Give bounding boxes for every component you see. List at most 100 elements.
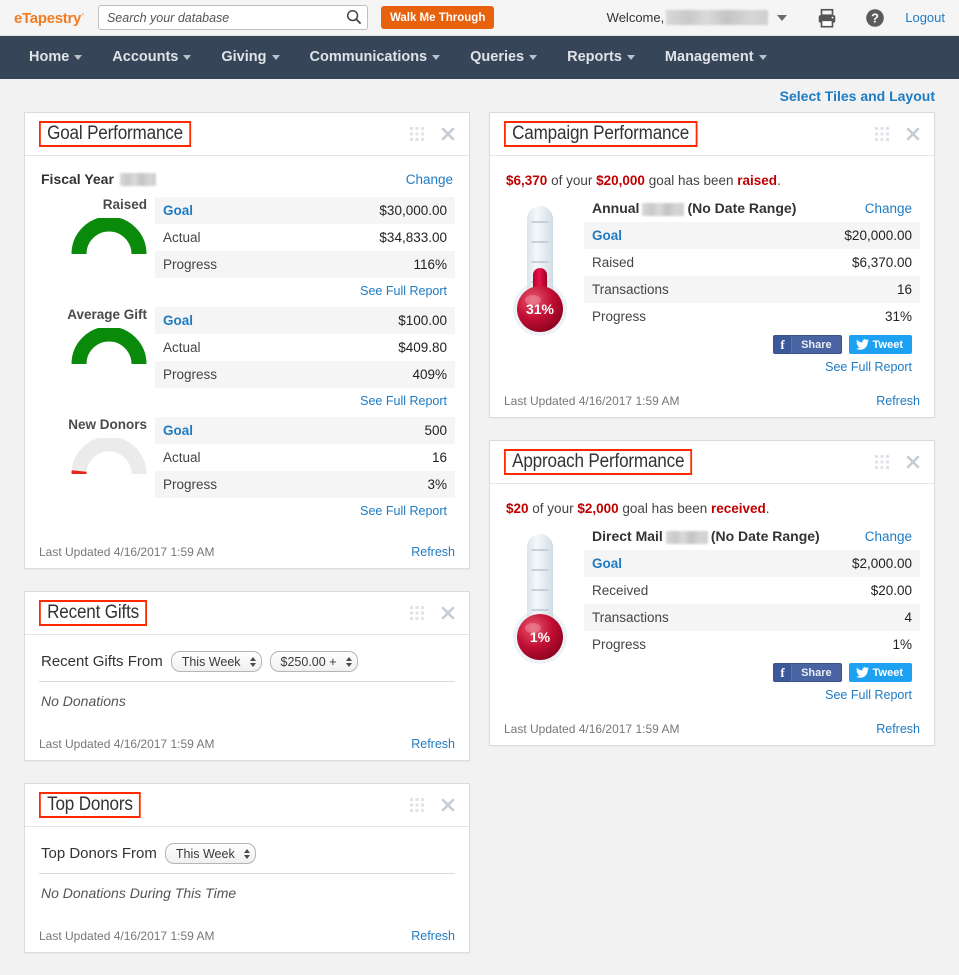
campaign-table: Annual (No Date Range) Change Goal $20,00…	[576, 200, 920, 376]
summary-verb: received	[711, 501, 766, 516]
nav-item-queries[interactable]: Queries	[455, 36, 552, 79]
logout-link[interactable]: Logout	[905, 10, 945, 25]
search-icon[interactable]	[346, 9, 362, 25]
last-updated-text: Last Updated 4/16/2017 1:59 AM	[39, 545, 215, 559]
nav-item-management[interactable]: Management	[650, 36, 782, 79]
right-column: Campaign Performance $6,370 of your $20,…	[489, 112, 935, 768]
metric-goal-label[interactable]: Goal	[163, 312, 193, 329]
select-value: This Week	[181, 654, 241, 669]
row-label[interactable]: Goal	[592, 227, 622, 244]
nav-item-accounts[interactable]: Accounts	[97, 36, 206, 79]
search-input[interactable]	[97, 5, 368, 30]
select-value: This Week	[175, 846, 235, 861]
drag-grid-icon[interactable]	[410, 798, 424, 812]
summary-amount: $6,370	[506, 173, 548, 188]
approach-thermometer-block: 1% Direct Mail (No Date Range) Change Go…	[504, 528, 920, 704]
summary-period: .	[777, 173, 781, 188]
see-full-report-link[interactable]: See Full Report	[360, 394, 447, 408]
see-full-report-link[interactable]: See Full Report	[360, 504, 447, 518]
close-icon[interactable]	[441, 606, 455, 620]
summary-tail: goal has been	[622, 501, 708, 516]
see-full-report-link[interactable]: See Full Report	[360, 284, 447, 298]
help-circle-icon[interactable]: ?	[864, 7, 886, 29]
drag-grid-icon[interactable]	[875, 455, 889, 469]
panel-title-recent-gifts: Recent Gifts	[39, 599, 148, 627]
facebook-share-label: Share	[801, 338, 832, 351]
metric-goal-label[interactable]: Goal	[163, 422, 193, 439]
refresh-link[interactable]: Refresh	[411, 929, 455, 943]
panel-header-icons	[410, 606, 455, 620]
facebook-share-button[interactable]: f Share	[773, 335, 842, 354]
metric-row-progress: Progress 3%	[155, 471, 455, 498]
panel-footer: Last Updated 4/16/2017 1:59 AM Refresh	[490, 386, 934, 417]
fiscal-year-row: Fiscal Year Change	[41, 171, 453, 187]
approach-row-progress: Progress 1%	[584, 631, 920, 658]
nav-item-reports[interactable]: Reports	[552, 36, 650, 79]
metric-progress-label: Progress	[163, 367, 218, 382]
campaign-see-full-report-row: See Full Report	[584, 354, 920, 376]
metric-actual-label: Actual	[163, 230, 201, 245]
select-stepper-icon	[345, 656, 352, 667]
recent-gifts-period-select[interactable]: This Week	[170, 651, 262, 672]
etapestry-logo[interactable]: eTapestry◦	[14, 9, 84, 27]
drag-grid-icon[interactable]	[410, 606, 424, 620]
row-label[interactable]: Goal	[592, 555, 622, 572]
twitter-tweet-label: Tweet	[872, 338, 903, 351]
refresh-link[interactable]: Refresh	[411, 737, 455, 751]
campaign-change-link[interactable]: Change	[865, 201, 912, 216]
panel-footer: Last Updated 4/16/2017 1:59 AM Refresh	[490, 714, 934, 745]
row-label: Received	[592, 583, 649, 598]
refresh-link[interactable]: Refresh	[876, 722, 920, 736]
approach-see-full-report-row: See Full Report	[584, 682, 920, 704]
chevron-down-icon	[529, 54, 538, 60]
nav-item-communications[interactable]: Communications	[295, 36, 456, 79]
printer-icon[interactable]	[816, 7, 838, 29]
facebook-share-button[interactable]: f Share	[773, 663, 842, 682]
see-full-report-link[interactable]: See Full Report	[825, 360, 912, 374]
nav-item-giving[interactable]: Giving	[206, 36, 294, 79]
walk-me-through-button[interactable]: Walk Me Through	[380, 6, 495, 29]
close-icon[interactable]	[441, 127, 455, 141]
top-donors-period-select[interactable]: This Week	[164, 843, 256, 864]
refresh-link[interactable]: Refresh	[876, 394, 920, 408]
left-column: Goal Performance Fiscal Year Change Rais…	[24, 112, 470, 975]
drag-grid-icon[interactable]	[410, 127, 424, 141]
user-menu-chevron-down-icon[interactable]	[777, 14, 788, 21]
approach-change-link[interactable]: Change	[865, 529, 912, 544]
select-tiles-and-layout-link[interactable]: Select Tiles and Layout	[780, 88, 935, 104]
chevron-down-icon	[626, 54, 635, 60]
recent-gifts-empty-message: No Donations	[41, 693, 126, 709]
approach-name-redacted	[665, 530, 708, 544]
campaign-name-prefix: Annual	[592, 200, 640, 216]
last-updated-text: Last Updated 4/16/2017 1:59 AM	[39, 737, 215, 751]
panel-header: Campaign Performance	[490, 113, 934, 156]
nav-label: Management	[664, 49, 754, 65]
see-full-report-link[interactable]: See Full Report	[825, 688, 912, 702]
close-icon[interactable]	[906, 455, 920, 469]
summary-period: .	[765, 501, 770, 516]
drag-grid-icon[interactable]	[875, 127, 889, 141]
thermometer-percent-label: 1%	[530, 629, 551, 645]
recent-gifts-amount-select[interactable]: $250.00 +	[269, 651, 358, 672]
campaign-thermometer-block: 31% Annual (No Date Range) Change Goal $…	[504, 200, 920, 376]
refresh-link[interactable]: Refresh	[411, 545, 455, 559]
fiscal-year-change-link[interactable]: Change	[406, 172, 453, 187]
row-label: Progress	[592, 637, 647, 652]
metric-goal-label[interactable]: Goal	[163, 202, 193, 219]
twitter-tweet-button[interactable]: Tweet	[848, 663, 912, 682]
twitter-tweet-button[interactable]: Tweet	[848, 335, 912, 354]
metric-progress-value: 116%	[413, 257, 447, 272]
close-icon[interactable]	[441, 798, 455, 812]
search-box[interactable]	[97, 5, 368, 30]
panel-top-donors: Top Donors Top Donors From This Week No …	[24, 783, 470, 953]
facebook-icon: f	[774, 664, 793, 681]
logo-registered-mark: ◦	[81, 8, 84, 19]
panel-body: $6,370 of your $20,000 goal has been rai…	[490, 156, 934, 386]
panel-footer: Last Updated 4/16/2017 1:59 AM Refresh	[25, 729, 469, 760]
chevron-down-icon	[74, 54, 83, 60]
nav-item-home[interactable]: Home	[14, 36, 97, 79]
metric-row-goal: Goal 500	[155, 417, 455, 444]
close-icon[interactable]	[906, 127, 920, 141]
nav-label: Accounts	[112, 49, 179, 65]
panel-header-icons	[410, 798, 455, 812]
